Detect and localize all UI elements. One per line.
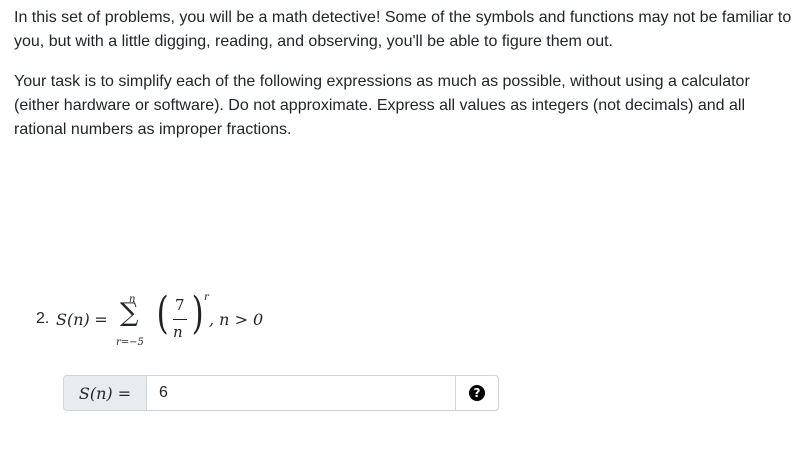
help-button[interactable]: ? xyxy=(455,376,498,410)
answer-input-group: S(n) = ? xyxy=(63,375,499,411)
answer-input[interactable] xyxy=(147,376,455,410)
sum-lower-limit: r=−5 xyxy=(116,337,144,348)
right-paren: ) xyxy=(191,288,204,339)
summation-symbol: ∑ xyxy=(120,298,139,328)
lhs-function: S xyxy=(56,310,67,329)
problem-lhs: S(n) = xyxy=(56,310,108,330)
intro-paragraph-2: Your task is to simplify each of the fol… xyxy=(14,73,750,138)
left-paren: ( xyxy=(156,288,169,339)
question-circle-icon: ? xyxy=(469,385,485,401)
lhs-equals: = xyxy=(94,310,108,329)
fraction-bar xyxy=(173,319,187,320)
lhs-argument: (n) xyxy=(66,310,90,329)
problem-number: 2. xyxy=(36,310,50,327)
instructions: In this set of problems, you will be a m… xyxy=(14,6,799,142)
fraction-numerator: 7 xyxy=(175,296,185,314)
answer-label: S(n) = xyxy=(64,376,147,410)
fraction-denominator: n xyxy=(173,323,183,341)
condition: , n > 0 xyxy=(209,310,264,329)
exponent: r xyxy=(204,292,209,303)
intro-paragraph-1: In this set of problems, you will be a m… xyxy=(14,9,792,50)
problem-2: 2. S(n) = n ∑ r=−5 ( 7 n ) r , n > 0 xyxy=(36,290,436,360)
